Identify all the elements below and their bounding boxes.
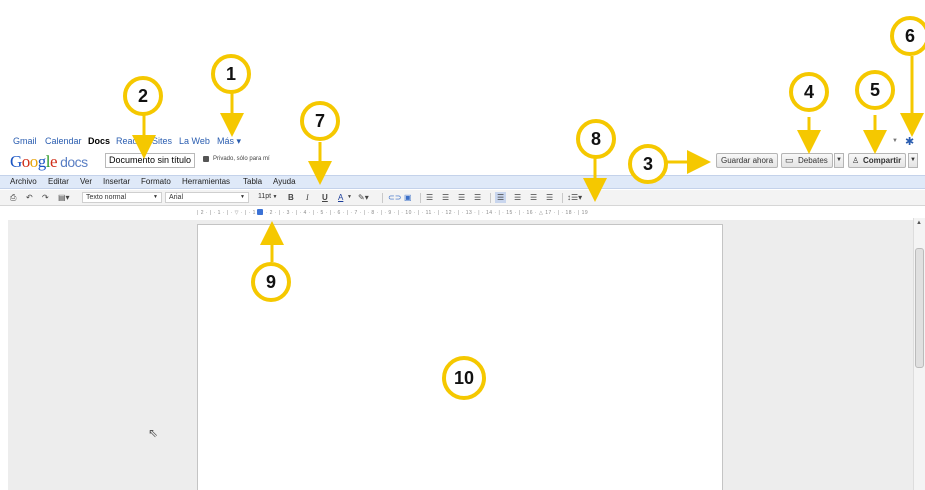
callout-4: 4 <box>789 72 829 112</box>
callout-9: 9 <box>251 262 291 302</box>
callout-6: 6 <box>890 16 925 56</box>
callout-3: 3 <box>628 144 668 184</box>
callout-10: 10 <box>442 356 486 400</box>
callout-8: 8 <box>576 119 616 159</box>
callout-7: 7 <box>300 101 340 141</box>
callout-arrows <box>132 56 924 262</box>
callout-5: 5 <box>855 70 895 110</box>
callout-1: 1 <box>211 54 251 94</box>
callout-2: 2 <box>123 76 163 116</box>
